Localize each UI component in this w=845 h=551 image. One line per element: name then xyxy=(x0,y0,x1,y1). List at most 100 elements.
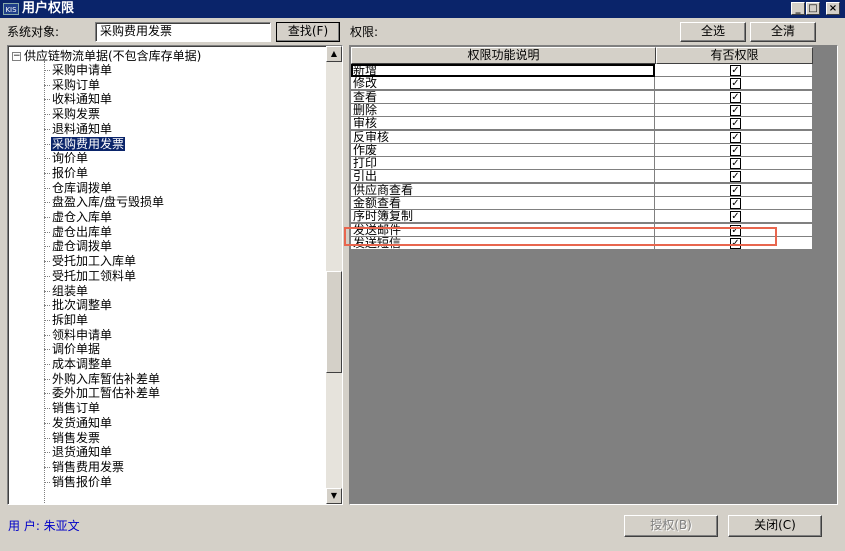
permission-checkbox[interactable]: ✓ xyxy=(730,65,741,76)
grid-row[interactable]: 金额查看 ✓ xyxy=(351,197,813,210)
scroll-up-icon[interactable]: ▲ xyxy=(326,46,342,62)
permission-cell[interactable]: ✓ xyxy=(655,130,813,144)
maximize-button[interactable]: □ xyxy=(806,2,820,15)
grid-row[interactable]: 审核 ✓ xyxy=(351,117,813,131)
permission-cell[interactable]: ✓ xyxy=(655,197,813,210)
tree-item[interactable]: 虚仓出库单 xyxy=(44,225,113,239)
permission-cell[interactable]: ✓ xyxy=(655,103,813,117)
permission-cell[interactable]: ✓ xyxy=(655,157,813,171)
tree-item[interactable]: 退料通知单 xyxy=(44,122,113,136)
clear-all-button[interactable]: 全清 xyxy=(750,22,816,42)
tree-scrollbar[interactable]: ▲ ▼ xyxy=(326,46,342,504)
permission-name[interactable]: 序时簿复制 xyxy=(351,210,655,224)
grid-row[interactable]: 新增 ✓ xyxy=(351,64,813,77)
tree-item[interactable]: 采购申请单 xyxy=(44,63,113,77)
grid-row[interactable]: 修改 ✓ xyxy=(351,77,813,91)
tree-item[interactable]: 收料通知单 xyxy=(44,92,113,106)
tree-item[interactable]: 采购费用发票 xyxy=(44,136,126,151)
permission-checkbox[interactable]: ✓ xyxy=(730,184,741,196)
grid-row[interactable]: 打印 ✓ xyxy=(351,157,813,171)
permission-checkbox[interactable]: ✓ xyxy=(730,104,741,116)
permission-name[interactable]: 打印 xyxy=(351,157,655,171)
permission-name[interactable]: 供应商查看 xyxy=(351,183,655,197)
tree-item[interactable]: 盘盈入库/盘亏毁损单 xyxy=(44,195,165,209)
permission-name[interactable]: 新增 xyxy=(351,64,655,77)
tree-item[interactable]: 虚仓调拨单 xyxy=(44,239,113,253)
rights-grid[interactable]: 权限功能说明 有否权限 新增 ✓ 修改 ✓ 查看 ✓ 删除 ✓ 审核 ✓ 反审核 ✓ 作废 ✓ 打印 ✓ 引出 ✓… xyxy=(349,45,838,505)
permission-cell[interactable]: ✓ xyxy=(655,64,813,77)
permission-name[interactable]: 作废 xyxy=(351,143,655,157)
tree-item[interactable]: 采购订单 xyxy=(44,78,101,92)
tree-item[interactable]: 仓库调拨单 xyxy=(44,181,113,195)
tree-connector xyxy=(44,422,50,424)
object-input[interactable]: 采购费用发票 xyxy=(95,22,271,42)
permission-checkbox[interactable]: ✓ xyxy=(730,171,741,183)
tree-item-label: 盘盈入库/盘亏毁损单 xyxy=(52,195,165,210)
grid-row[interactable]: 查看 ✓ xyxy=(351,90,813,104)
grid-row[interactable]: 反审核 ✓ xyxy=(351,130,813,144)
tree-item[interactable]: 销售发票 xyxy=(44,431,101,445)
tree-item[interactable]: 组装单 xyxy=(44,284,89,298)
tree-item[interactable]: 委外加工暂估补差单 xyxy=(44,386,161,400)
tree-item[interactable]: 询价单 xyxy=(44,151,89,165)
tree-item[interactable]: 调价单据 xyxy=(44,342,101,356)
permission-name[interactable]: 修改 xyxy=(351,77,655,91)
grid-row[interactable]: 删除 ✓ xyxy=(351,103,813,117)
permission-checkbox[interactable]: ✓ xyxy=(730,78,741,90)
permission-name[interactable]: 审核 xyxy=(351,117,655,131)
permission-cell[interactable]: ✓ xyxy=(655,90,813,104)
permission-name[interactable]: 引出 xyxy=(351,170,655,184)
tree-item[interactable]: 虚仓入库单 xyxy=(44,210,113,224)
permission-name[interactable]: 反审核 xyxy=(351,130,655,144)
tree-item[interactable]: 领料申请单 xyxy=(44,328,113,342)
permission-checkbox[interactable]: ✓ xyxy=(730,211,741,223)
tree-item[interactable]: 成本调整单 xyxy=(44,357,113,371)
grid-row[interactable]: 作废 ✓ xyxy=(351,143,813,157)
permission-checkbox[interactable]: ✓ xyxy=(730,118,741,130)
document-tree[interactable]: − 供应链物流单据(不包含库存单据) 采购申请单 采购订单 收料通知单 采购发票 退料通知… xyxy=(7,45,343,505)
scroll-down-icon[interactable]: ▼ xyxy=(326,488,342,504)
permission-checkbox[interactable]: ✓ xyxy=(730,158,741,170)
permission-name[interactable]: 金额查看 xyxy=(351,197,655,210)
tree-item[interactable]: 外购入库暂估补差单 xyxy=(44,372,161,386)
permission-checkbox[interactable]: ✓ xyxy=(730,144,741,156)
tree-item[interactable]: 报价单 xyxy=(44,166,89,180)
permission-cell[interactable]: ✓ xyxy=(655,210,813,224)
tree-item[interactable]: 批次调整单 xyxy=(44,298,113,312)
grid-row[interactable]: 供应商查看 ✓ xyxy=(351,183,813,197)
scroll-thumb[interactable] xyxy=(326,271,342,373)
permission-cell[interactable]: ✓ xyxy=(655,117,813,131)
tree-item[interactable]: 销售报价单 xyxy=(44,475,113,489)
permission-checkbox[interactable]: ✓ xyxy=(730,91,741,103)
permission-checkbox[interactable]: ✓ xyxy=(730,131,741,143)
tree-item[interactable]: 受托加工入库单 xyxy=(44,254,137,268)
permission-cell[interactable]: ✓ xyxy=(655,170,813,184)
permission-name[interactable]: 查看 xyxy=(351,90,655,104)
grid-row[interactable]: 序时簿复制 ✓ xyxy=(351,210,813,224)
permission-cell[interactable]: ✓ xyxy=(655,143,813,157)
title-bar: KIS 用户权限 _ □ × xyxy=(0,0,845,18)
permission-cell[interactable]: ✓ xyxy=(655,77,813,91)
tree-item[interactable]: 受托加工领料单 xyxy=(44,269,137,283)
tree-root[interactable]: − 供应链物流单据(不包含库存单据) xyxy=(12,49,201,63)
tree-item[interactable]: 销售订单 xyxy=(44,401,101,415)
tree-item[interactable]: 拆卸单 xyxy=(44,313,89,327)
header-description[interactable]: 权限功能说明 xyxy=(351,47,656,64)
tree-item[interactable]: 采购发票 xyxy=(44,107,101,121)
minimize-button[interactable]: _ xyxy=(791,2,805,15)
permission-name[interactable]: 删除 xyxy=(351,103,655,117)
permission-checkbox[interactable]: ✓ xyxy=(730,198,741,209)
tree-item[interactable]: 退货通知单 xyxy=(44,445,113,459)
grid-row[interactable]: 引出 ✓ xyxy=(351,170,813,184)
find-button[interactable]: 查找(F) xyxy=(276,22,340,42)
permission-cell[interactable]: ✓ xyxy=(655,183,813,197)
close-window-button[interactable]: × xyxy=(826,2,840,15)
tree-item[interactable]: 销售费用发票 xyxy=(44,460,125,474)
select-all-button[interactable]: 全选 xyxy=(680,22,746,42)
tree-connector xyxy=(44,231,50,233)
authorize-button[interactable]: 授权(B) xyxy=(624,515,718,537)
collapse-icon[interactable]: − xyxy=(12,52,21,61)
tree-item[interactable]: 发货通知单 xyxy=(44,416,113,430)
header-permission[interactable]: 有否权限 xyxy=(656,47,813,64)
close-button[interactable]: 关闭(C) xyxy=(728,515,822,537)
